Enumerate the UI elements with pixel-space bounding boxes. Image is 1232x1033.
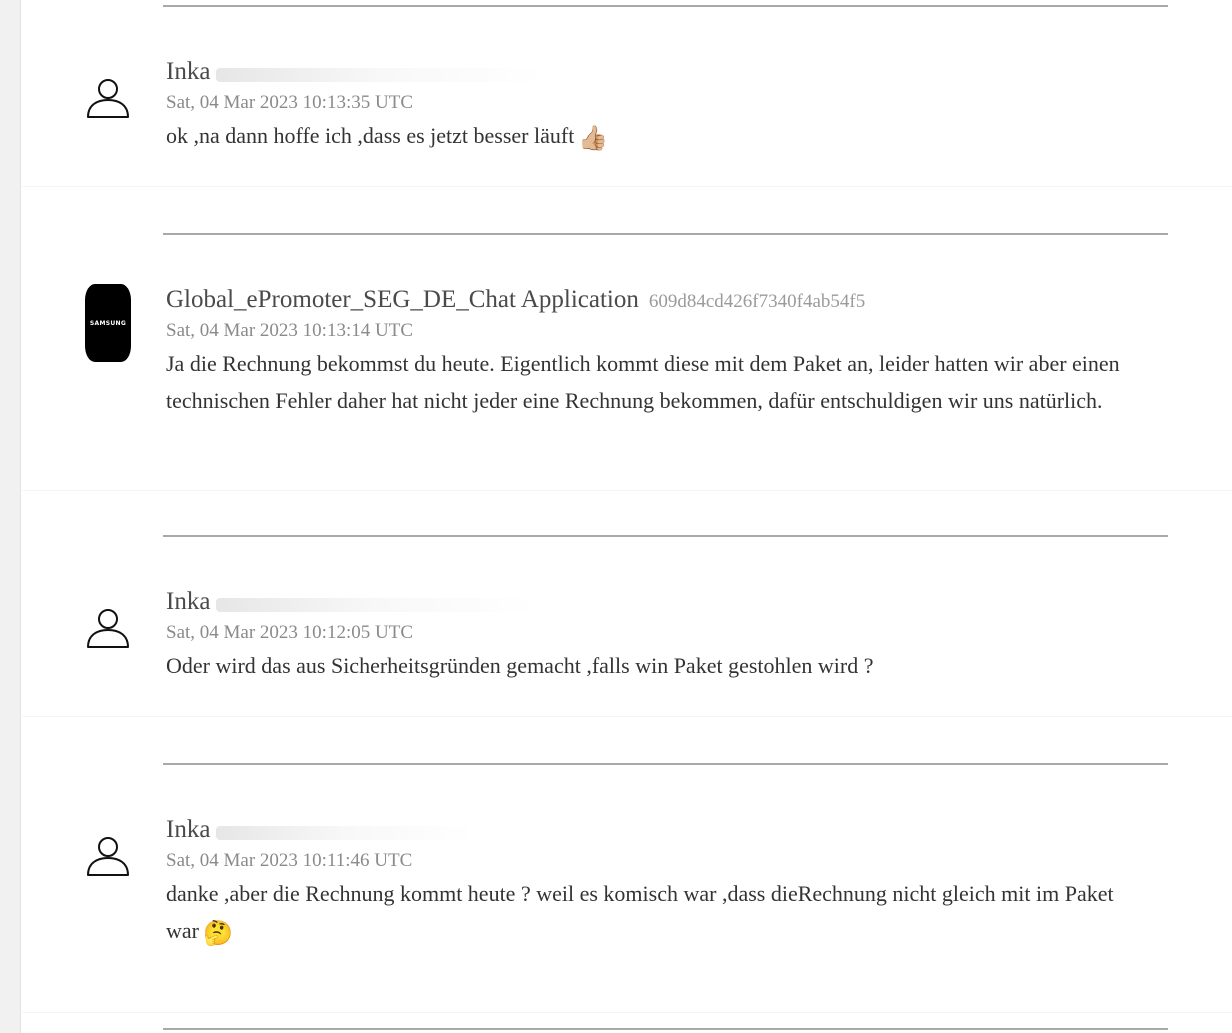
message-text: danke ,aber die Rechnung kommt heute ? w… [166, 881, 1114, 943]
user-avatar-icon [86, 605, 130, 649]
message-timestamp: Sat, 04 Mar 2023 10:12:05 UTC [166, 622, 413, 643]
author-name: Inka [166, 816, 211, 843]
message-timestamp: Sat, 04 Mar 2023 10:11:46 UTC [166, 850, 413, 871]
message-body: ok ,na dann hoffe ich ,dass es jetzt bes… [166, 117, 1146, 154]
thumbs-up-emoji-icon: 👍🏼 [578, 124, 609, 152]
message-body: Ja die Rechnung bekommst du heute. Eigen… [166, 345, 1146, 419]
message-header: Inka [166, 588, 537, 616]
message-timestamp: Sat, 04 Mar 2023 10:13:35 UTC [166, 92, 413, 113]
left-scroll-rail [0, 0, 21, 1033]
message-header: Inka [166, 816, 477, 844]
message-body: danke ,aber die Rechnung kommt heute ? w… [166, 875, 1146, 949]
redacted-author-details [216, 598, 537, 613]
thinking-face-emoji-icon: 🤔 [202, 919, 233, 947]
author-name: Inka [166, 58, 211, 85]
author-id: 609d84cd426f7340f4ab54f5 [648, 291, 866, 312]
message-divider [163, 233, 1168, 235]
message-text: ok ,na dann hoffe ich ,dass es jetzt bes… [166, 123, 575, 148]
redacted-author-details [216, 68, 547, 83]
chat-transcript-page: Inka Sat, 04 Mar 2023 10:13:35 UTC ok ,n… [0, 0, 1232, 1033]
message-divider [163, 1028, 1168, 1030]
message-header: Inka [166, 58, 547, 86]
author-name: Inka [166, 588, 211, 615]
message-text: Oder wird das aus Sicherheitsgründen gem… [166, 653, 874, 678]
user-avatar-icon [86, 75, 130, 119]
message-divider [163, 535, 1168, 537]
message-timestamp: Sat, 04 Mar 2023 10:13:14 UTC [166, 320, 413, 341]
message-header: Global_ePromoter_SEG_DE_Chat Application… [166, 286, 865, 314]
user-avatar-icon [86, 833, 130, 877]
message-divider [163, 763, 1168, 765]
message-body: Oder wird das aus Sicherheitsgründen gem… [166, 647, 1146, 684]
samsung-logo-text: SAMSUNG [89, 319, 127, 327]
message-text: Ja die Rechnung bekommst du heute. Eigen… [166, 351, 1120, 413]
redacted-author-details [216, 826, 477, 841]
message-divider [163, 5, 1168, 7]
samsung-logo-avatar: SAMSUNG [85, 284, 131, 362]
author-name: Global_ePromoter_SEG_DE_Chat Application [166, 286, 639, 313]
